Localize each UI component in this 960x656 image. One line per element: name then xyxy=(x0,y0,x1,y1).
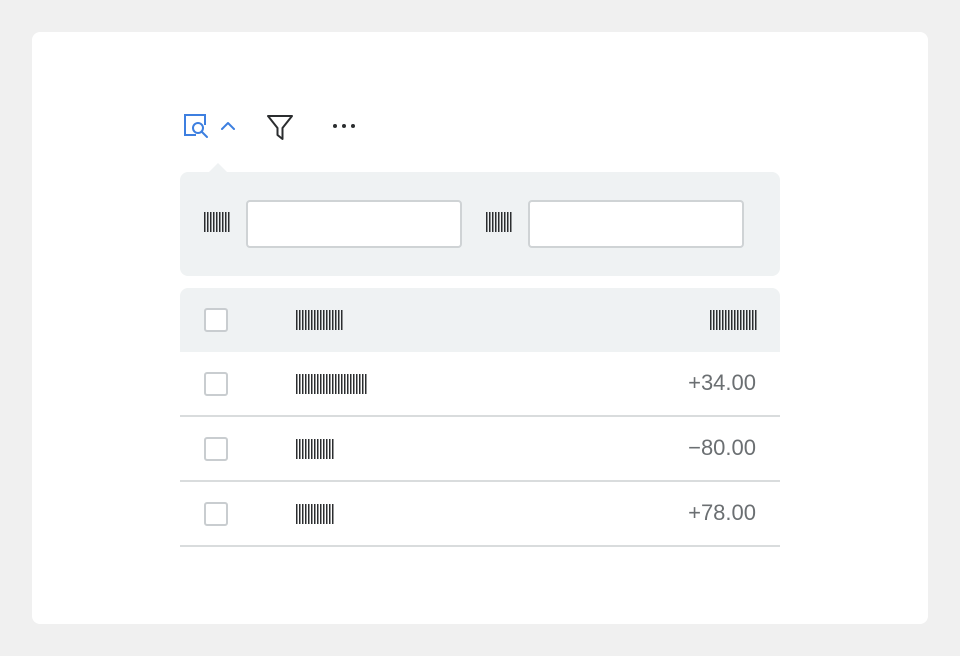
row-checkbox[interactable] xyxy=(204,372,228,396)
search-panel-button[interactable] xyxy=(182,112,210,140)
column-header-name[interactable] xyxy=(296,310,344,330)
filter-button[interactable] xyxy=(266,112,294,142)
data-table: +34.00 −80.00 +78.00 xyxy=(180,288,780,547)
select-all-checkbox[interactable] xyxy=(204,308,228,332)
row-checkbox[interactable] xyxy=(204,502,228,526)
row-name-cell xyxy=(296,504,334,524)
row-amount: +78.00 xyxy=(688,500,756,525)
more-options-button[interactable] xyxy=(330,116,358,136)
filter-panel-pointer xyxy=(209,163,227,172)
row-amount: +34.00 xyxy=(688,370,756,395)
row-amount: −80.00 xyxy=(688,435,756,460)
more-icon xyxy=(333,124,355,128)
table-row[interactable]: +78.00 xyxy=(180,482,780,547)
collapse-toggle-button[interactable] xyxy=(218,116,238,136)
table-row[interactable]: −80.00 xyxy=(180,417,780,482)
filter-field-2-label xyxy=(486,212,512,232)
chevron-up-icon xyxy=(221,122,235,130)
table-toolbar xyxy=(180,108,380,144)
filter-panel xyxy=(180,172,780,276)
filter-field-2-input[interactable] xyxy=(528,200,744,248)
table-row[interactable]: +34.00 xyxy=(180,352,780,417)
column-header-amount[interactable] xyxy=(710,310,758,330)
table-header-row xyxy=(180,288,780,352)
filter-field-1-label xyxy=(204,212,230,232)
row-name-cell xyxy=(296,374,367,394)
filter-icon xyxy=(267,115,293,140)
filter-field-1-input[interactable] xyxy=(246,200,462,248)
row-checkbox[interactable] xyxy=(204,437,228,461)
row-name-cell xyxy=(296,439,334,459)
search-panel-icon xyxy=(184,114,208,138)
